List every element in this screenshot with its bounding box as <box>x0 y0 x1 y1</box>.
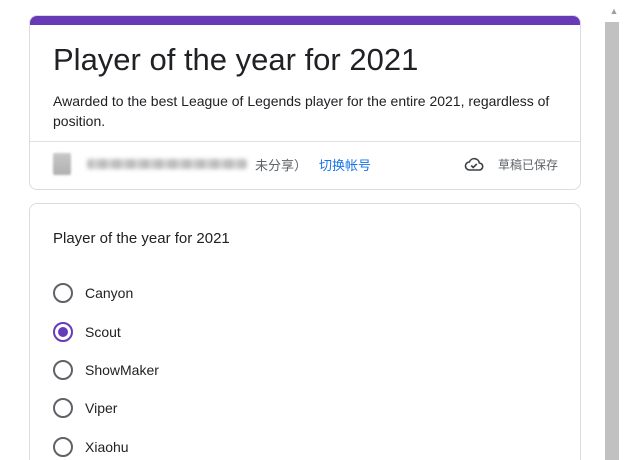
option-canyon[interactable]: Canyon <box>53 274 159 312</box>
cloud-saved-icon <box>464 156 484 172</box>
question-title: Player of the year for 2021 <box>53 230 230 247</box>
option-label: Xiaohu <box>85 438 129 455</box>
form-page: Player of the year for 2021 Awarded to t… <box>0 0 600 460</box>
radio-button[interactable] <box>53 283 73 304</box>
option-label: Viper <box>85 400 118 417</box>
option-viper[interactable]: Viper <box>53 389 159 427</box>
header-accent-bar <box>30 16 580 25</box>
radio-button[interactable] <box>53 398 73 419</box>
question-card: Player of the year for 2021 Canyon Scout… <box>29 203 581 460</box>
draft-saved-status: 草稿已保存 <box>464 156 558 173</box>
radio-button-checked[interactable] <box>53 321 73 342</box>
scroll-up-arrow-icon[interactable]: ▲ <box>608 6 620 16</box>
option-showmaker[interactable]: ShowMaker <box>53 351 159 389</box>
option-label: Scout <box>85 323 121 340</box>
radio-button[interactable] <box>53 436 73 457</box>
form-description: Awarded to the best League of Legends pl… <box>53 93 550 129</box>
email-share-status: 未分享） <box>255 157 308 173</box>
scroll-thumb[interactable] <box>605 22 619 460</box>
option-label: Canyon <box>85 285 134 302</box>
avatar <box>53 153 71 175</box>
option-scout[interactable]: Scout <box>53 312 159 350</box>
account-row: 未分享） 切换帐号 草稿已保存 <box>53 153 558 175</box>
vertical-scrollbar[interactable]: ▲ <box>600 0 640 460</box>
option-label: ShowMaker <box>85 361 159 378</box>
draft-saved-label: 草稿已保存 <box>497 157 558 172</box>
radio-button[interactable] <box>53 359 73 380</box>
account-email-redacted <box>87 159 247 169</box>
header-divider <box>30 141 580 142</box>
radio-options: Canyon Scout ShowMaker Viper Xiaohu <box>53 274 159 460</box>
option-xiaohu[interactable]: Xiaohu <box>53 428 159 460</box>
switch-account-link[interactable]: 切换帐号 <box>319 155 371 174</box>
form-header-card: Player of the year for 2021 Awarded to t… <box>29 15 581 190</box>
form-title: Player of the year for 2021 <box>53 42 419 77</box>
